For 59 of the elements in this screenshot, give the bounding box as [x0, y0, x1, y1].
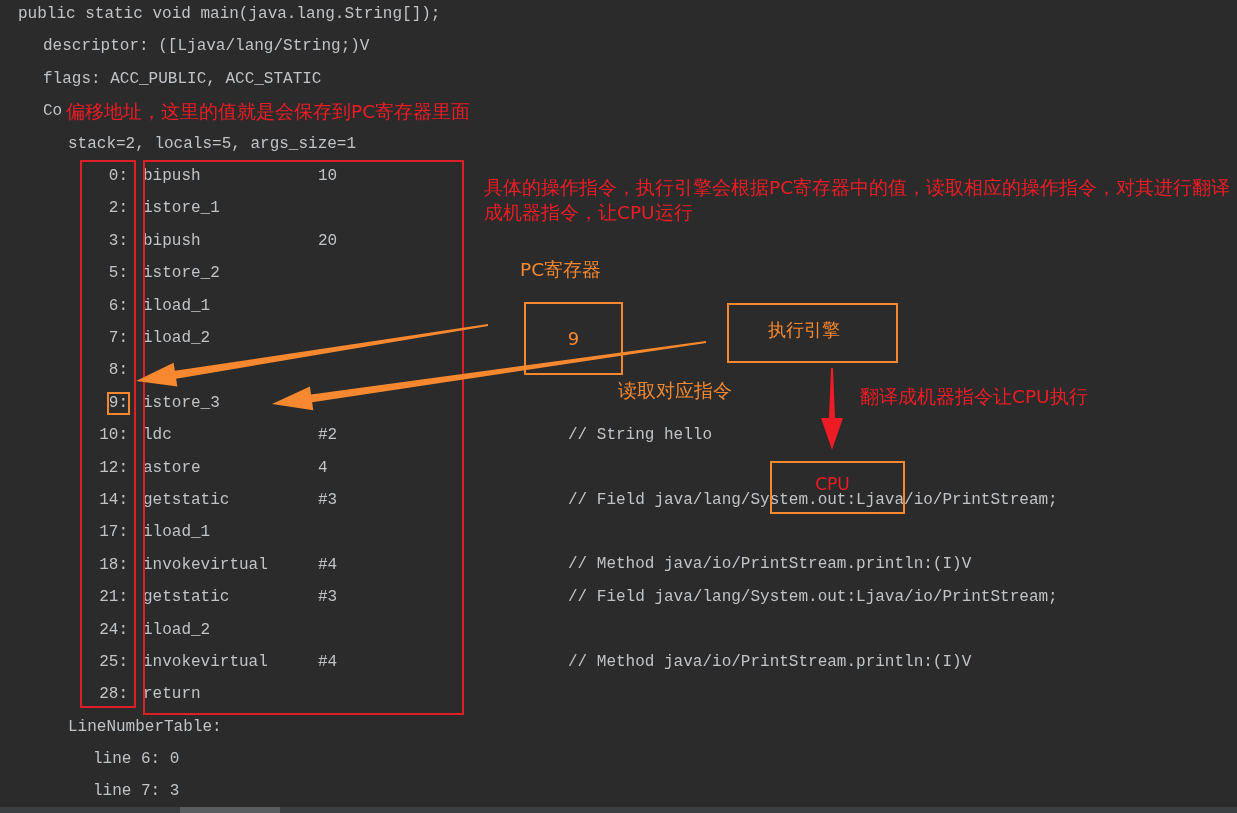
opcode: istore_2 [143, 264, 220, 284]
offset-label: 25: [99, 652, 128, 672]
opcode: return [143, 685, 201, 705]
annotation-text: 偏移地址，这里的值就是会保存到PC寄存器里面 [66, 100, 471, 124]
opcode: invokevirtual [143, 652, 268, 672]
code-line: line 7: 3 [93, 782, 180, 801]
annotation-text: 读取对应指令 [618, 379, 732, 403]
comment: // Method java/io/PrintStream.println:(I)V [568, 555, 972, 575]
opcode: ldc [143, 426, 172, 446]
offset-label: 17: [99, 523, 128, 543]
opcode: iload_2 [143, 329, 211, 348]
offset-label: 24: [99, 620, 128, 640]
code-line: descriptor: ([Ljava/lang/String;)V [43, 37, 370, 56]
engine-label: 执行引擎 [767, 317, 841, 342]
code-line: flags: ACC_PUBLIC, ACC_STATIC [43, 69, 322, 88]
scrollbar-thumb[interactable] [180, 807, 280, 813]
offset-label: 18: [99, 555, 128, 575]
opcode: iload_1 [143, 296, 211, 316]
offset-label: 9: [108, 393, 128, 413]
offset-label: 21: [99, 588, 128, 608]
operand: 10 [318, 167, 338, 187]
opcode: astore [143, 458, 201, 478]
comment: // Method java/io/PrintStream.println:(I)V [568, 652, 972, 672]
operand: 4 [318, 458, 328, 478]
code-line: line 6: 0 [93, 750, 180, 769]
offset-label: 3: [108, 231, 128, 251]
annotation-text: 翻译成机器指令让CPU执行 [860, 385, 1088, 409]
operand: #3 [318, 588, 338, 608]
register-value: 9 [567, 327, 580, 351]
offset-label: 8: [108, 361, 128, 381]
comment: // String hello [568, 425, 713, 445]
offset-label: 10: [99, 426, 128, 446]
comment: // Field java/lang/System.out:Ljava/io/PrintStream; [568, 587, 1058, 607]
annotation-text: 具体的操作指令，执行引擎会根据PC寄存器中的值，读取相应的操作指令，对其进行翻译成机器指令，让CPU运行 [484, 176, 1232, 225]
offset-label: 0: [108, 167, 128, 187]
opcode: getstatic [143, 588, 230, 608]
opcode: istore_1 [143, 199, 220, 219]
offset-label: 2: [108, 199, 128, 219]
offset-label: 6: [108, 296, 128, 316]
operand: #4 [318, 555, 338, 575]
operand: #2 [318, 426, 338, 446]
offset-label: 5: [108, 264, 128, 284]
code-line: stack=2, locals=5, args_size=1 [68, 134, 357, 153]
opcode: invokevirtual [143, 555, 268, 575]
opcode: iload_2 [143, 620, 211, 640]
code-line: Co [43, 102, 63, 121]
operand: #3 [318, 490, 338, 510]
opcode: getstatic [143, 490, 230, 510]
operand: #4 [318, 652, 338, 672]
offset-label: 7: [108, 329, 128, 348]
opcode: iload_1 [143, 523, 211, 543]
offset-label: 14: [99, 490, 128, 510]
operand: 20 [318, 231, 338, 251]
code-line: public static void main(java.lang.String[]); [18, 5, 441, 23]
opcode: istore_3 [143, 393, 220, 413]
offset-label: 12: [99, 458, 128, 478]
code-line: LineNumberTable: [68, 717, 222, 736]
offset-label: 28: [99, 685, 128, 705]
annotation-text: PC寄存器 [520, 258, 602, 282]
